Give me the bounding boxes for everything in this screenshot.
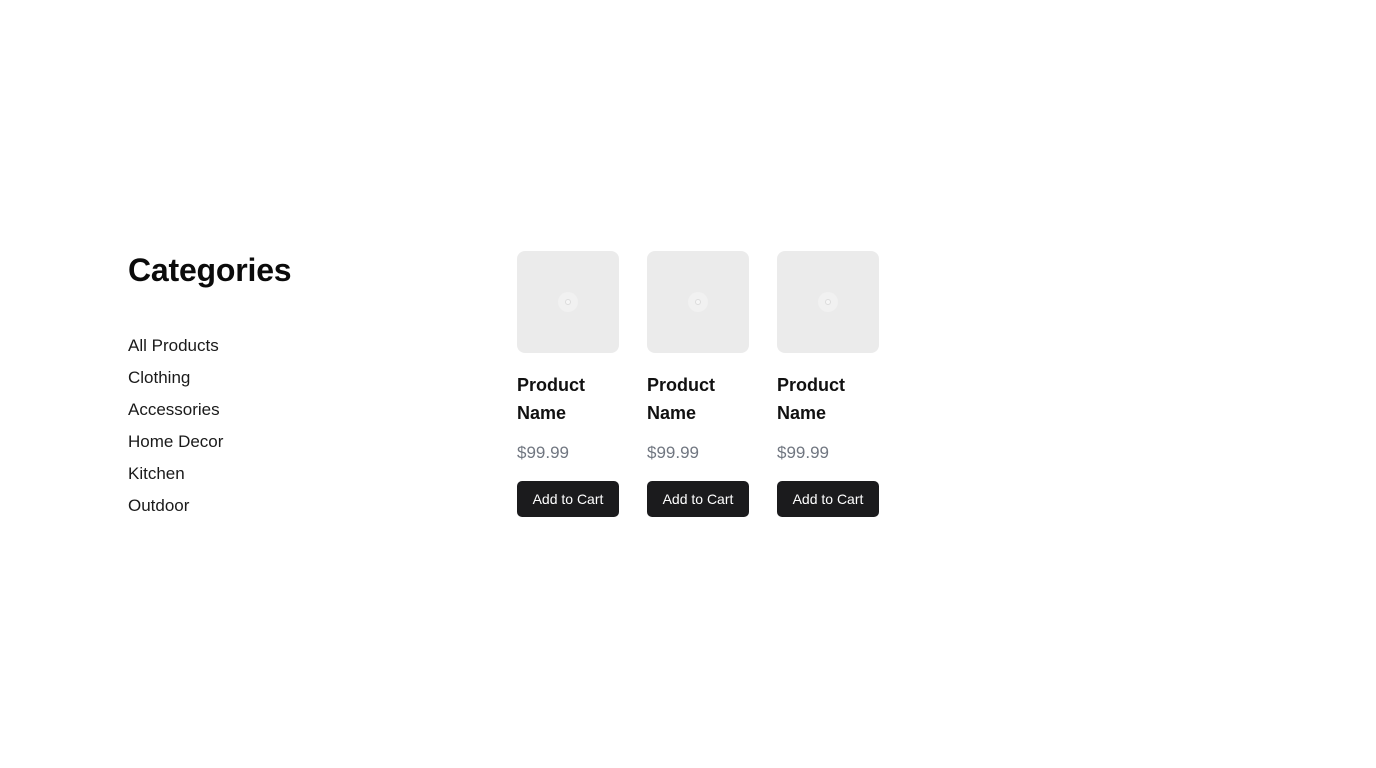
image-placeholder-icon-center	[565, 299, 571, 305]
product-image[interactable]	[647, 251, 749, 353]
add-to-cart-button[interactable]: Add to Cart	[517, 481, 619, 517]
product-card: Product Name $99.99 Add to Cart	[777, 251, 879, 517]
category-item-all-products[interactable]: All Products	[128, 330, 428, 362]
category-item-home-decor[interactable]: Home Decor	[128, 426, 428, 458]
category-item-outdoor[interactable]: Outdoor	[128, 490, 428, 522]
category-item-clothing[interactable]: Clothing	[128, 362, 428, 394]
product-grid: Product Name $99.99 Add to Cart Product …	[517, 251, 879, 517]
category-item-accessories[interactable]: Accessories	[128, 394, 428, 426]
product-price: $99.99	[517, 443, 569, 462]
add-to-cart-button[interactable]: Add to Cart	[647, 481, 749, 517]
category-sidebar: Categories All Products Clothing Accesso…	[128, 250, 428, 522]
product-price: $99.99	[777, 443, 829, 462]
image-placeholder-icon-center	[695, 299, 701, 305]
categories-heading: Categories	[128, 252, 292, 288]
product-name[interactable]: Product Name	[517, 371, 617, 427]
image-placeholder-icon-center	[825, 299, 831, 305]
product-name[interactable]: Product Name	[647, 371, 747, 427]
add-to-cart-button[interactable]: Add to Cart	[777, 481, 879, 517]
product-price: $99.99	[647, 443, 699, 462]
category-item-kitchen[interactable]: Kitchen	[128, 458, 428, 490]
product-image[interactable]	[777, 251, 879, 353]
product-name[interactable]: Product Name	[777, 371, 877, 427]
product-card: Product Name $99.99 Add to Cart	[647, 251, 749, 517]
category-list: All Products Clothing Accessories Home D…	[128, 330, 428, 522]
product-card: Product Name $99.99 Add to Cart	[517, 251, 619, 517]
product-image[interactable]	[517, 251, 619, 353]
